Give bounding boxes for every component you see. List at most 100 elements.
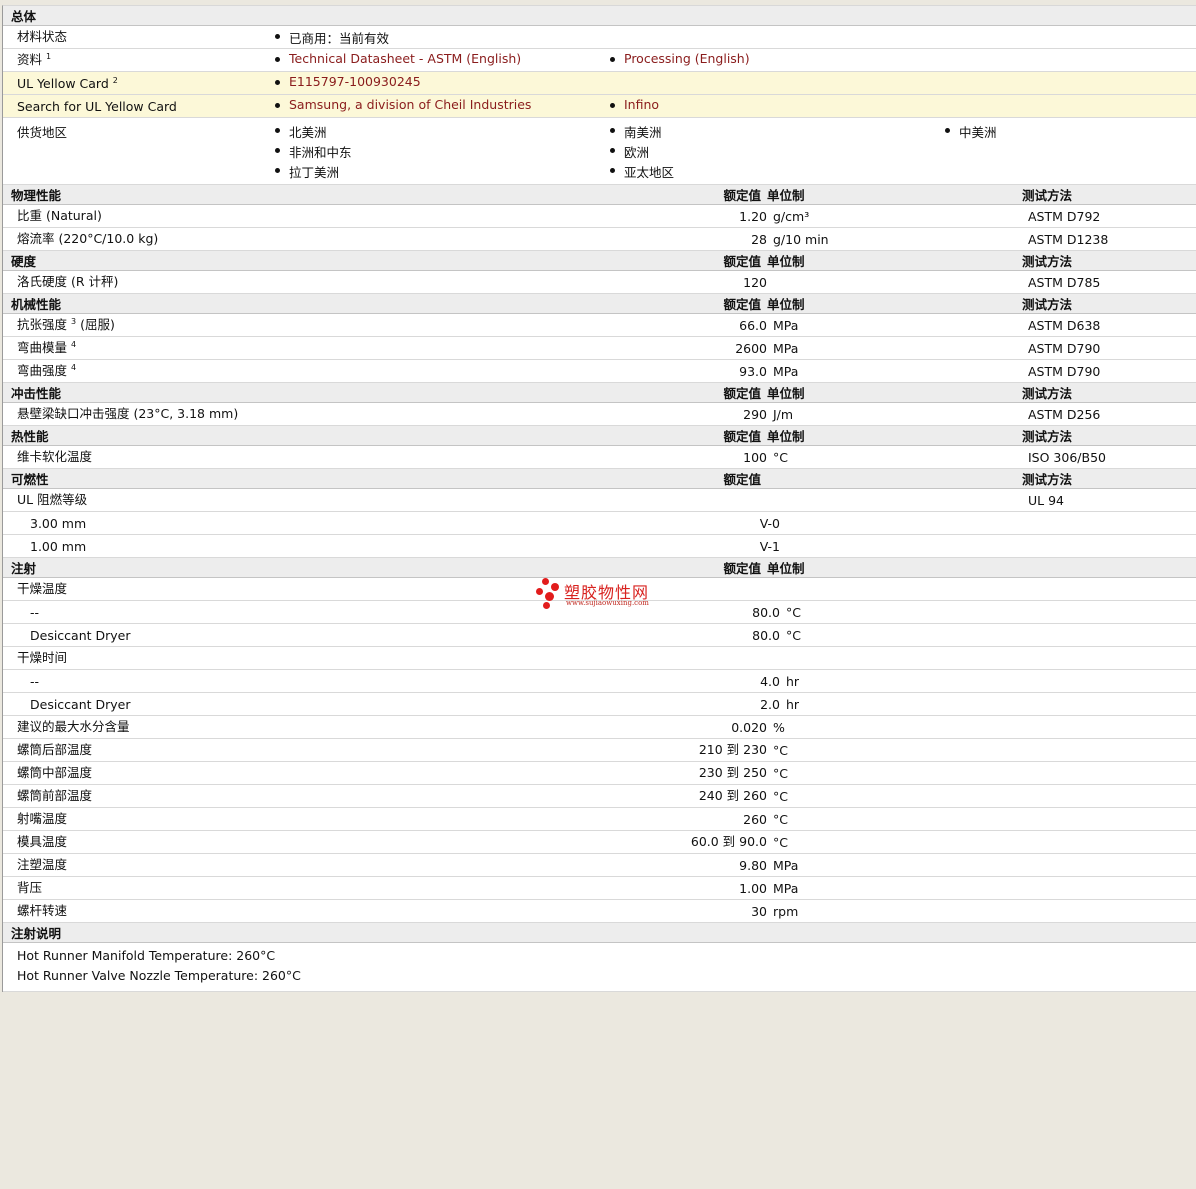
col-header-method: 测试方法: [1022, 188, 1073, 203]
property-label: 悬壁梁缺口冲击强度 (23°C, 3.18 mm): [17, 406, 239, 421]
property-label: 1.00 mm: [30, 539, 87, 554]
property-value: 30: [751, 904, 767, 919]
property-row: 弯曲模量 4 2600 MPa ASTM D790: [3, 337, 1196, 360]
section-header-flammability: 可燃性 额定值 测试方法: [3, 469, 1196, 489]
property-row: 螺筒前部温度 240 到 260 °C: [3, 785, 1196, 808]
doc-link-processing[interactable]: Processing (English): [596, 51, 931, 71]
row-supply-regions: 供货地区 北美洲 非洲和中东 拉丁美洲 南美洲 欧洲 亚太地区 中美洲: [3, 118, 1196, 185]
property-row: 比重 (Natural) 1.20 g/cm³ ASTM D792: [3, 205, 1196, 228]
property-method: ASTM D792: [1028, 209, 1101, 224]
region-item: 北美洲: [261, 122, 596, 142]
section-title: 总体: [11, 9, 37, 24]
col-header-unit: 单位制: [767, 386, 805, 401]
property-label: 注塑温度: [17, 857, 68, 872]
region-item: 南美洲: [596, 122, 931, 142]
region-item: 亚太地区: [596, 162, 931, 182]
section-title: 热性能: [11, 429, 49, 444]
property-method: ASTM D790: [1028, 364, 1101, 379]
property-row: Desiccant Dryer 2.0 hr: [3, 693, 1196, 716]
property-unit: °C: [773, 835, 788, 850]
property-row: 悬壁梁缺口冲击强度 (23°C, 3.18 mm) 290 J/m ASTM D…: [3, 403, 1196, 426]
region-item: 欧洲: [596, 142, 931, 162]
property-label: 熔流率 (220°C/10.0 kg): [17, 231, 159, 246]
property-method: UL 94: [1028, 493, 1064, 508]
col-header-method: 测试方法: [1022, 386, 1073, 401]
property-label: 建议的最大水分含量: [17, 719, 130, 734]
property-label: Desiccant Dryer: [30, 628, 131, 643]
property-unit: hr: [786, 697, 800, 712]
property-row: 螺筒后部温度 210 到 230 °C: [3, 739, 1196, 762]
property-value: 2.0: [760, 697, 780, 712]
search-link-infino[interactable]: Infino: [596, 97, 931, 117]
property-unit: %: [773, 720, 785, 735]
material-status-value: 已商用：当前有效: [261, 28, 596, 48]
search-link-samsung[interactable]: Samsung, a division of Cheil Industries: [261, 97, 596, 117]
property-value: 0.020: [731, 720, 767, 735]
property-unit: J/m: [773, 407, 794, 422]
property-value: 230 到 250: [698, 765, 767, 780]
row-ul-yellow-card: UL Yellow Card 2 E115797-100930245: [3, 72, 1196, 95]
property-label: 抗张强度 3 (屈服): [17, 316, 115, 332]
property-label: 射嘴温度: [17, 811, 68, 826]
property-value: 66.0: [739, 318, 767, 333]
col-header-nominal: 额定值: [723, 429, 761, 444]
property-unit: MPa: [773, 858, 799, 873]
property-label: 模具温度: [17, 834, 68, 849]
property-value: 60.0 到 90.0: [690, 834, 767, 849]
property-value: V-1: [759, 539, 780, 554]
property-row: UL 阻燃等级 UL 94: [3, 489, 1196, 512]
property-unit: °C: [773, 450, 788, 465]
property-value: [637, 508, 767, 511]
property-label: --: [30, 674, 40, 689]
property-label: 螺筒后部温度: [17, 742, 93, 757]
property-method: ASTM D785: [1028, 275, 1101, 290]
property-value: 1.00: [739, 881, 767, 896]
region-item: 拉丁美洲: [261, 162, 596, 182]
col-header-nominal: 额定值: [723, 297, 761, 312]
property-value: 28: [751, 232, 767, 247]
section-title: 冲击性能: [11, 386, 62, 401]
property-unit: °C: [773, 743, 788, 758]
property-label: 弯曲模量 4: [17, 339, 77, 355]
property-label: 比重 (Natural): [17, 208, 102, 223]
col-header-nominal: 额定值: [723, 386, 761, 401]
property-unit: °C: [786, 605, 801, 620]
documents-label: 资料 1: [17, 51, 52, 67]
doc-link-technical-datasheet[interactable]: Technical Datasheet - ASTM (English): [261, 51, 596, 71]
property-unit: MPa: [773, 881, 799, 896]
property-row: 注塑温度 9.80 MPa: [3, 854, 1196, 877]
property-row: 螺筒中部温度 230 到 250 °C: [3, 762, 1196, 785]
property-row: 抗张强度 3 (屈服) 66.0 MPa ASTM D638: [3, 314, 1196, 337]
property-method: ASTM D1238: [1028, 232, 1109, 247]
property-label: 维卡软化温度: [17, 449, 93, 464]
col-header-unit: 单位制: [767, 188, 805, 203]
property-row: 背压 1.00 MPa: [3, 877, 1196, 900]
property-label: 弯曲强度 4: [17, 362, 77, 378]
property-label: 螺杆转速: [17, 903, 68, 918]
section-title: 注射: [11, 561, 37, 576]
property-row: 射嘴温度 260 °C: [3, 808, 1196, 831]
property-method: ASTM D790: [1028, 341, 1101, 356]
ul-yellow-card-link[interactable]: E115797-100930245: [261, 74, 596, 94]
property-row: 维卡软化温度 100 °C ISO 306/B50: [3, 446, 1196, 469]
region-item: 中美洲: [931, 122, 1191, 142]
col-header-method: 测试方法: [1022, 297, 1073, 312]
property-row: 螺杆转速 30 rpm: [3, 900, 1196, 923]
section-title: 物理性能: [11, 188, 62, 203]
property-method: ASTM D638: [1028, 318, 1101, 333]
property-row: 1.00 mm V-1: [3, 535, 1196, 558]
section-header-injection: 注射 额定值 单位制: [3, 558, 1196, 578]
property-value: 4.0: [760, 674, 780, 689]
datasheet: 总体 材料状态 已商用：当前有效 资料 1 Technical Datashee…: [2, 5, 1196, 992]
col-header-nominal: 额定值: [723, 254, 761, 269]
section-header-mechanical: 机械性能 额定值 单位制 测试方法: [3, 294, 1196, 314]
property-value: 1.20: [739, 209, 767, 224]
property-unit: hr: [786, 674, 800, 689]
property-label: 洛氏硬度 (R 计秤): [17, 274, 119, 289]
property-value: 100: [743, 450, 767, 465]
property-row: -- 4.0 hr: [3, 670, 1196, 693]
section-header-thermal: 热性能 额定值 单位制 测试方法: [3, 426, 1196, 446]
property-row: 干燥时间: [3, 647, 1196, 670]
property-method: ISO 306/B50: [1028, 450, 1106, 465]
property-unit: °C: [773, 789, 788, 804]
